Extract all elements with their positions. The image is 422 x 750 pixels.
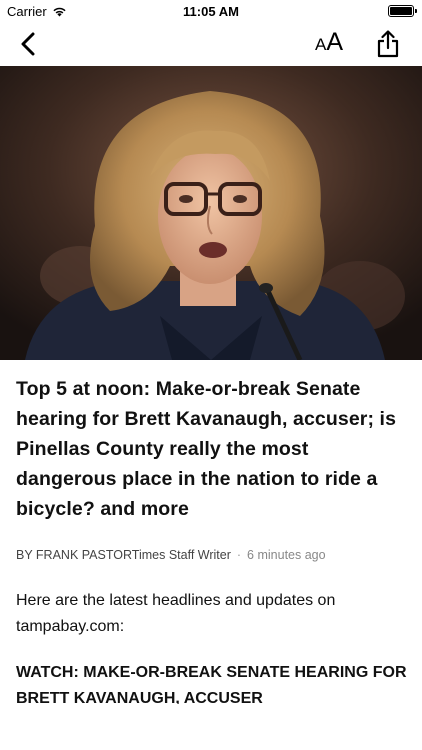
byline-timestamp: 6 minutes ago [247,548,326,562]
portrait-illustration [0,66,422,360]
article-content: Top 5 at noon: Make-or-break Senate hear… [16,374,408,704]
battery-icon [388,5,417,17]
byline-row: BY FRANK PASTORTimes Staff Writer · 6 mi… [16,548,408,562]
article-subhead: WATCH: MAKE-OR-BREAK SENATE HEARING FOR … [16,664,407,704]
hero-photo [0,66,422,360]
article-intro: Here are the latest headlines and update… [16,592,336,635]
share-icon[interactable] [374,29,402,59]
back-button[interactable] [14,30,42,58]
text-size-large-glyph: A [326,28,344,56]
chevron-left-icon [21,32,35,56]
byline-author: BY FRANK PASTORTimes Staff Writer [16,548,231,562]
status-bar: Carrier 11:05 AM [0,0,422,22]
status-time: 11:05 AM [183,4,239,19]
nav-bar: A A [0,22,422,66]
byline-separator: · [236,548,242,562]
text-size-small-glyph: A [315,35,327,54]
text-size-button[interactable]: A A [315,28,343,60]
article-headline: Top 5 at noon: Make-or-break Senate hear… [16,378,397,520]
